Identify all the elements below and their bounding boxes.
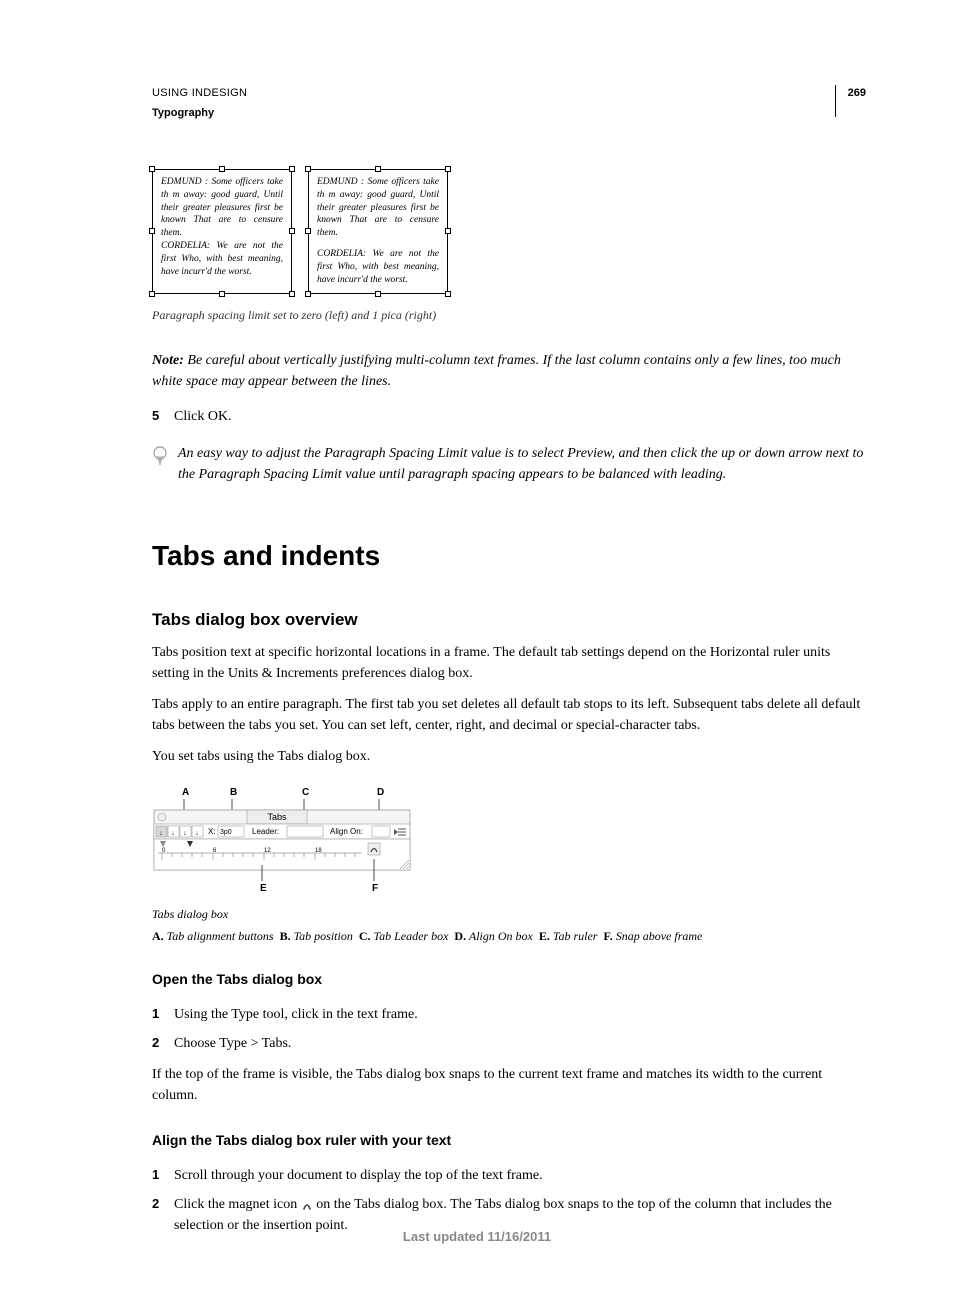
- text-frame-left: EDMUND : Some officers take th m away: g…: [152, 169, 292, 294]
- align-on-field: [372, 826, 390, 837]
- page-number: 269: [848, 85, 866, 102]
- header-block: USING INDESIGN Typography: [152, 85, 866, 121]
- magnet-icon: [368, 843, 380, 855]
- open-step-2: 2 Choose Type > Tabs.: [152, 1033, 866, 1054]
- step-text: Click OK.: [174, 406, 232, 427]
- heading-open-tabs: Open the Tabs dialog box: [152, 969, 866, 990]
- callout-F: F: [372, 883, 378, 894]
- step-number: 2: [152, 1033, 164, 1054]
- note-text: Be careful about vertically justifying m…: [152, 353, 841, 389]
- svg-text:↓: ↓: [159, 830, 163, 837]
- leader-field: [287, 826, 323, 837]
- open-tabs-note: If the top of the frame is visible, the …: [152, 1064, 866, 1106]
- callout-D: D: [377, 787, 384, 798]
- align-step-1: 1 Scroll through your document to displa…: [152, 1165, 866, 1186]
- svg-text:12: 12: [264, 848, 271, 854]
- page-number-container: 269: [835, 85, 866, 117]
- note-block: Note: Be careful about vertically justif…: [152, 350, 866, 392]
- step-text: Scroll through your document to display …: [174, 1165, 543, 1186]
- step-number: 1: [152, 1004, 164, 1025]
- heading-tabs-overview: Tabs dialog box overview: [152, 607, 866, 633]
- magnet-icon: [301, 1196, 313, 1214]
- step-number: 5: [152, 406, 164, 427]
- leader-label: Leader:: [252, 827, 279, 836]
- callout-A: A: [182, 787, 189, 798]
- close-icon: [158, 813, 166, 821]
- step-number: 1: [152, 1165, 164, 1186]
- align-on-label: Align On:: [330, 827, 363, 836]
- frame-right-para1: EDMUND : Some officers take th m away: g…: [317, 176, 439, 240]
- open-step-1: 1 Using the Type tool, click in the text…: [152, 1004, 866, 1025]
- overview-p2: Tabs apply to an entire paragraph. The f…: [152, 694, 866, 736]
- heading-tabs-indents: Tabs and indents: [152, 535, 866, 577]
- step-text: Using the Type tool, click in the text f…: [174, 1004, 418, 1025]
- callout-C: C: [302, 787, 309, 798]
- svg-text:18: 18: [315, 848, 322, 854]
- figure-tabs-legend: A. Tab alignment buttons B. Tab position…: [152, 927, 866, 945]
- lightbulb-icon: [152, 445, 168, 469]
- tip-text: An easy way to adjust the Paragraph Spac…: [178, 443, 866, 485]
- frame-left-text: EDMUND : Some officers take th m away: g…: [161, 176, 283, 279]
- callout-E: E: [260, 883, 267, 894]
- heading-align-ruler: Align the Tabs dialog box ruler with you…: [152, 1130, 866, 1151]
- step-5: 5 Click OK.: [152, 406, 866, 427]
- document-title: USING INDESIGN: [152, 85, 866, 102]
- figure-tabs-dialog: A B C D Tabs ↓ ↓ ↓ ↓ X: 3p0 Leader: Alig…: [152, 785, 412, 895]
- figure1-caption: Paragraph spacing limit set to zero (lef…: [152, 306, 866, 324]
- step-text: Choose Type > Tabs.: [174, 1033, 291, 1054]
- svg-text:3p0: 3p0: [220, 829, 232, 836]
- figure-paragraph-spacing: EDMUND : Some officers take th m away: g…: [152, 169, 866, 294]
- svg-text:↓: ↓: [171, 830, 175, 837]
- svg-text:↓: ↓: [183, 830, 187, 837]
- overview-p3: You set tabs using the Tabs dialog box.: [152, 746, 866, 767]
- text-frame-right: EDMUND : Some officers take th m away: g…: [308, 169, 448, 294]
- tabs-dialog-title: Tabs: [267, 812, 287, 822]
- overview-p1: Tabs position text at specific horizonta…: [152, 642, 866, 684]
- callout-B: B: [230, 787, 237, 798]
- footer-updated: Last updated 11/16/2011: [0, 1227, 954, 1247]
- tip-block: An easy way to adjust the Paragraph Spac…: [152, 443, 866, 485]
- figure-tabs-caption: Tabs dialog box: [152, 905, 866, 923]
- section-name: Typography: [152, 105, 866, 122]
- svg-text:X:: X:: [208, 827, 216, 836]
- note-label: Note:: [152, 353, 184, 368]
- frame-right-para2: CORDELIA: We are not the first Who, with…: [317, 248, 439, 286]
- svg-text:↓: ↓: [195, 830, 199, 837]
